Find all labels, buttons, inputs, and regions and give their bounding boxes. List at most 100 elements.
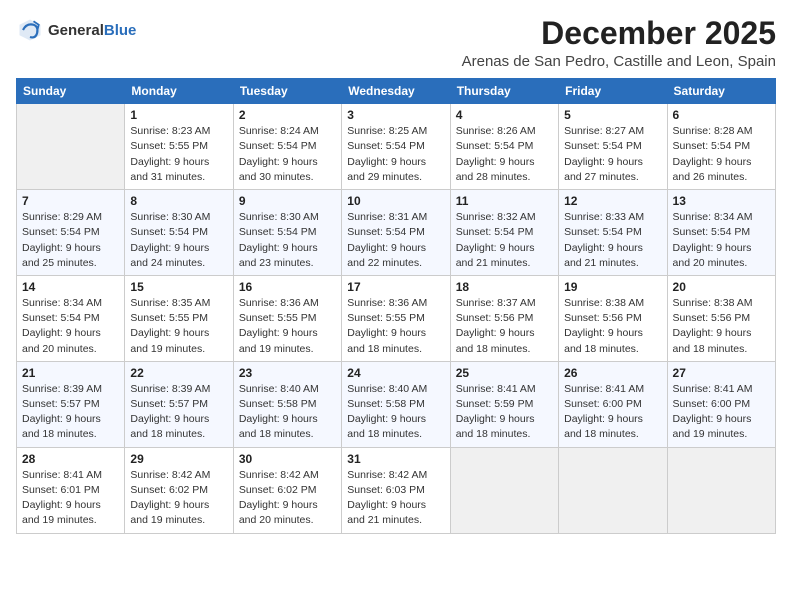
day-info: Sunrise: 8:35 AMSunset: 5:55 PMDaylight:… xyxy=(130,296,227,357)
calendar-cell: 5 Sunrise: 8:27 AMSunset: 5:54 PMDaylight… xyxy=(559,104,667,190)
logo-general: General xyxy=(48,22,104,39)
day-number: 14 xyxy=(22,280,119,294)
day-number: 10 xyxy=(347,194,444,208)
calendar-header-row: Sunday Monday Tuesday Wednesday Thursday… xyxy=(17,79,776,104)
day-info: Sunrise: 8:31 AMSunset: 5:54 PMDaylight:… xyxy=(347,210,444,271)
calendar-cell: 4Sunrise: 8:26 AMSunset: 5:54 PMDaylight… xyxy=(450,104,558,190)
calendar-week-row: 7 Sunrise: 8:29 AMSunset: 5:54 PMDaylight… xyxy=(17,190,776,276)
day-number: 7 xyxy=(22,194,119,208)
day-number: 21 xyxy=(22,366,119,380)
day-info: Sunrise: 8:42 AMSunset: 6:02 PMDaylight:… xyxy=(239,468,336,529)
logo-blue: Blue xyxy=(104,22,137,39)
calendar-week-row: 14 Sunrise: 8:34 AMSunset: 5:54 PMDayligh… xyxy=(17,275,776,361)
day-info: Sunrise: 8:34 AMSunset: 5:54 PMDaylight:… xyxy=(22,296,119,357)
day-number: 4 xyxy=(456,108,553,122)
calendar-cell: 20Sunrise: 8:38 AMSunset: 5:56 PMDayligh… xyxy=(667,275,775,361)
day-info: Sunrise: 8:24 AMSunset: 5:54 PMDaylight:… xyxy=(239,124,336,185)
calendar-cell: 21 Sunrise: 8:39 AMSunset: 5:57 PMDayligh… xyxy=(17,361,125,447)
day-info: Sunrise: 8:42 AMSunset: 6:02 PMDaylight:… xyxy=(130,468,227,529)
calendar-cell: 15 Sunrise: 8:35 AMSunset: 5:55 PMDayligh… xyxy=(125,275,233,361)
calendar-week-row: 21 Sunrise: 8:39 AMSunset: 5:57 PMDayligh… xyxy=(17,361,776,447)
col-tuesday: Tuesday xyxy=(233,79,341,104)
day-info: Sunrise: 8:41 AMSunset: 6:00 PMDaylight:… xyxy=(564,382,661,443)
day-number: 29 xyxy=(130,452,227,466)
calendar-cell: 14 Sunrise: 8:34 AMSunset: 5:54 PMDayligh… xyxy=(17,275,125,361)
month-title: December 2025 xyxy=(462,16,776,51)
calendar-cell: 3 Sunrise: 8:25 AMSunset: 5:54 PMDaylight… xyxy=(342,104,450,190)
calendar-cell: 12Sunrise: 8:33 AMSunset: 5:54 PMDayligh… xyxy=(559,190,667,276)
col-wednesday: Wednesday xyxy=(342,79,450,104)
day-info: Sunrise: 8:27 AMSunset: 5:54 PMDaylight:… xyxy=(564,124,661,185)
col-thursday: Thursday xyxy=(450,79,558,104)
day-number: 24 xyxy=(347,366,444,380)
calendar-week-row: 1Sunrise: 8:23 AMSunset: 5:55 PMDaylight… xyxy=(17,104,776,190)
col-monday: Monday xyxy=(125,79,233,104)
day-info: Sunrise: 8:25 AMSunset: 5:54 PMDaylight:… xyxy=(347,124,444,185)
day-number: 5 xyxy=(564,108,661,122)
day-info: Sunrise: 8:30 AMSunset: 5:54 PMDaylight:… xyxy=(239,210,336,271)
day-number: 1 xyxy=(130,108,227,122)
day-number: 28 xyxy=(22,452,119,466)
calendar-cell: 13Sunrise: 8:34 AMSunset: 5:54 PMDayligh… xyxy=(667,190,775,276)
day-info: Sunrise: 8:36 AMSunset: 5:55 PMDaylight:… xyxy=(239,296,336,357)
calendar-cell: 28 Sunrise: 8:41 AMSunset: 6:01 PMDayligh… xyxy=(17,447,125,533)
day-info: Sunrise: 8:29 AMSunset: 5:54 PMDaylight:… xyxy=(22,210,119,271)
calendar-cell: 10 Sunrise: 8:31 AMSunset: 5:54 PMDayligh… xyxy=(342,190,450,276)
day-number: 9 xyxy=(239,194,336,208)
day-info: Sunrise: 8:28 AMSunset: 5:54 PMDaylight:… xyxy=(673,124,770,185)
day-info: Sunrise: 8:37 AMSunset: 5:56 PMDaylight:… xyxy=(456,296,553,357)
calendar-cell: 25Sunrise: 8:41 AMSunset: 5:59 PMDayligh… xyxy=(450,361,558,447)
calendar-cell: 23Sunrise: 8:40 AMSunset: 5:58 PMDayligh… xyxy=(233,361,341,447)
col-saturday: Saturday xyxy=(667,79,775,104)
day-info: Sunrise: 8:39 AMSunset: 5:57 PMDaylight:… xyxy=(130,382,227,443)
day-number: 31 xyxy=(347,452,444,466)
logo-text: General Blue xyxy=(48,22,136,39)
day-number: 18 xyxy=(456,280,553,294)
day-number: 12 xyxy=(564,194,661,208)
day-info: Sunrise: 8:38 AMSunset: 5:56 PMDaylight:… xyxy=(564,296,661,357)
day-number: 16 xyxy=(239,280,336,294)
day-info: Sunrise: 8:41 AMSunset: 5:59 PMDaylight:… xyxy=(456,382,553,443)
title-block: December 2025 Arenas de San Pedro, Casti… xyxy=(462,16,776,70)
day-info: Sunrise: 8:41 AMSunset: 6:01 PMDaylight:… xyxy=(22,468,119,529)
calendar-cell xyxy=(17,104,125,190)
day-number: 26 xyxy=(564,366,661,380)
calendar-cell: 19Sunrise: 8:38 AMSunset: 5:56 PMDayligh… xyxy=(559,275,667,361)
day-number: 15 xyxy=(130,280,227,294)
header: General Blue December 2025 Arenas de San… xyxy=(16,16,776,70)
calendar-cell xyxy=(559,447,667,533)
logo: General Blue xyxy=(16,16,136,44)
day-number: 6 xyxy=(673,108,770,122)
calendar-cell xyxy=(667,447,775,533)
calendar-cell: 9 Sunrise: 8:30 AMSunset: 5:54 PMDaylight… xyxy=(233,190,341,276)
calendar-cell: 24 Sunrise: 8:40 AMSunset: 5:58 PMDayligh… xyxy=(342,361,450,447)
col-sunday: Sunday xyxy=(17,79,125,104)
day-info: Sunrise: 8:41 AMSunset: 6:00 PMDaylight:… xyxy=(673,382,770,443)
calendar-cell: 26 Sunrise: 8:41 AMSunset: 6:00 PMDayligh… xyxy=(559,361,667,447)
day-number: 30 xyxy=(239,452,336,466)
calendar-cell: 6 Sunrise: 8:28 AMSunset: 5:54 PMDaylight… xyxy=(667,104,775,190)
day-number: 11 xyxy=(456,194,553,208)
calendar-cell: 11Sunrise: 8:32 AMSunset: 5:54 PMDayligh… xyxy=(450,190,558,276)
page-container: General Blue December 2025 Arenas de San… xyxy=(16,16,776,534)
day-info: Sunrise: 8:34 AMSunset: 5:54 PMDaylight:… xyxy=(673,210,770,271)
day-number: 2 xyxy=(239,108,336,122)
day-number: 8 xyxy=(130,194,227,208)
col-friday: Friday xyxy=(559,79,667,104)
calendar-cell: 1Sunrise: 8:23 AMSunset: 5:55 PMDaylight… xyxy=(125,104,233,190)
calendar-cell: 29 Sunrise: 8:42 AMSunset: 6:02 PMDayligh… xyxy=(125,447,233,533)
calendar-week-row: 28 Sunrise: 8:41 AMSunset: 6:01 PMDayligh… xyxy=(17,447,776,533)
day-info: Sunrise: 8:40 AMSunset: 5:58 PMDaylight:… xyxy=(239,382,336,443)
calendar-cell xyxy=(450,447,558,533)
day-number: 22 xyxy=(130,366,227,380)
calendar-cell: 8 Sunrise: 8:30 AMSunset: 5:54 PMDaylight… xyxy=(125,190,233,276)
calendar-cell: 30 Sunrise: 8:42 AMSunset: 6:02 PMDayligh… xyxy=(233,447,341,533)
calendar-cell: 27 Sunrise: 8:41 AMSunset: 6:00 PMDayligh… xyxy=(667,361,775,447)
day-info: Sunrise: 8:38 AMSunset: 5:56 PMDaylight:… xyxy=(673,296,770,357)
day-number: 3 xyxy=(347,108,444,122)
day-info: Sunrise: 8:30 AMSunset: 5:54 PMDaylight:… xyxy=(130,210,227,271)
day-info: Sunrise: 8:36 AMSunset: 5:55 PMDaylight:… xyxy=(347,296,444,357)
day-number: 27 xyxy=(673,366,770,380)
day-info: Sunrise: 8:39 AMSunset: 5:57 PMDaylight:… xyxy=(22,382,119,443)
day-info: Sunrise: 8:40 AMSunset: 5:58 PMDaylight:… xyxy=(347,382,444,443)
